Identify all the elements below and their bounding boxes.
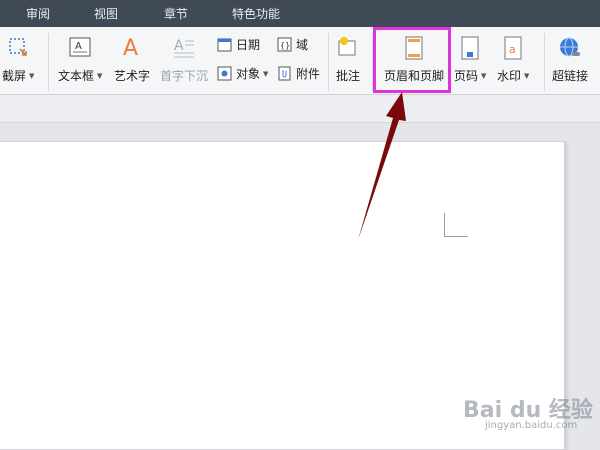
- wordart-button[interactable]: A 艺术字: [114, 35, 150, 84]
- field-label: 域: [296, 38, 309, 52]
- chevron-down-icon[interactable]: ▼: [263, 70, 268, 78]
- date-label: 日期: [236, 38, 261, 52]
- svg-text:{}: {}: [280, 41, 290, 50]
- svg-text:A: A: [174, 38, 184, 54]
- object-icon: [217, 66, 232, 81]
- screenshot-icon: [6, 35, 30, 61]
- divider: [48, 33, 49, 91]
- comment-label: 批注: [336, 69, 361, 83]
- page-number-label: 页码: [454, 69, 479, 83]
- watermark-icon: a: [501, 35, 525, 61]
- field-icon: {}: [277, 37, 292, 52]
- watermark-button[interactable]: a 水印 ▼: [497, 35, 529, 84]
- textbox-label: 文本框: [58, 69, 95, 83]
- chevron-down-icon[interactable]: ▼: [97, 72, 102, 80]
- chevron-down-icon[interactable]: ▼: [29, 72, 34, 80]
- page-number-icon: [458, 35, 482, 61]
- globe-link-icon: [558, 35, 582, 61]
- textbox-button[interactable]: A 文本框 ▼: [58, 35, 102, 84]
- comment-icon: [336, 35, 360, 61]
- hyperlink-label: 超链接: [552, 69, 589, 83]
- svg-text:A: A: [75, 41, 82, 52]
- screenshot-label: 截屏: [2, 69, 27, 83]
- tab-view[interactable]: 视图: [90, 0, 122, 27]
- svg-text:a: a: [509, 43, 516, 56]
- insert-ribbon: 截屏 ▼ A 文本框 ▼ A 艺术字 A 首字下沉 日期 {} 域 对象 ▼ 附…: [0, 27, 600, 95]
- dropcap-icon: A: [172, 35, 196, 61]
- textbox-icon: A: [68, 35, 92, 61]
- tab-section[interactable]: 章节: [160, 0, 192, 27]
- watermark-label: 水印: [497, 69, 522, 83]
- date-button[interactable]: 日期: [217, 36, 260, 53]
- attachment-button[interactable]: 附件: [277, 65, 320, 82]
- divider: [328, 33, 329, 91]
- screenshot-button[interactable]: 截屏 ▼: [2, 35, 34, 84]
- object-label: 对象: [236, 67, 261, 81]
- comment-button[interactable]: 批注: [336, 35, 360, 84]
- divider: [544, 33, 545, 91]
- chevron-down-icon[interactable]: ▼: [524, 72, 529, 80]
- document-ruler-area: [0, 95, 600, 123]
- dropcap-button[interactable]: A 首字下沉: [160, 35, 208, 84]
- object-button[interactable]: 对象 ▼: [217, 65, 268, 82]
- baidu-jingyan-watermark: Bai du 经验 jingyan.baidu.com: [455, 392, 595, 440]
- chevron-down-icon[interactable]: ▼: [481, 72, 486, 80]
- menu-tab-bar: 审阅 视图 章节 特色功能: [0, 0, 600, 27]
- svg-text:A: A: [123, 36, 138, 61]
- dropcap-label: 首字下沉: [160, 69, 209, 83]
- wordart-label: 艺术字: [114, 69, 151, 83]
- highlight-box: [373, 27, 451, 93]
- attachment-label: 附件: [296, 67, 321, 81]
- wordart-icon: A: [120, 35, 144, 61]
- page-number-button[interactable]: 页码 ▼: [454, 35, 486, 84]
- watermark-url: jingyan.baidu.com: [485, 420, 578, 431]
- paperclip-icon: [277, 66, 292, 81]
- tab-review[interactable]: 审阅: [22, 0, 54, 27]
- calendar-icon: [217, 37, 232, 52]
- margin-corner-mark: [444, 213, 468, 237]
- tab-special-features[interactable]: 特色功能: [228, 0, 284, 27]
- hyperlink-button[interactable]: 超链接: [552, 35, 588, 84]
- field-button[interactable]: {} 域: [277, 36, 308, 53]
